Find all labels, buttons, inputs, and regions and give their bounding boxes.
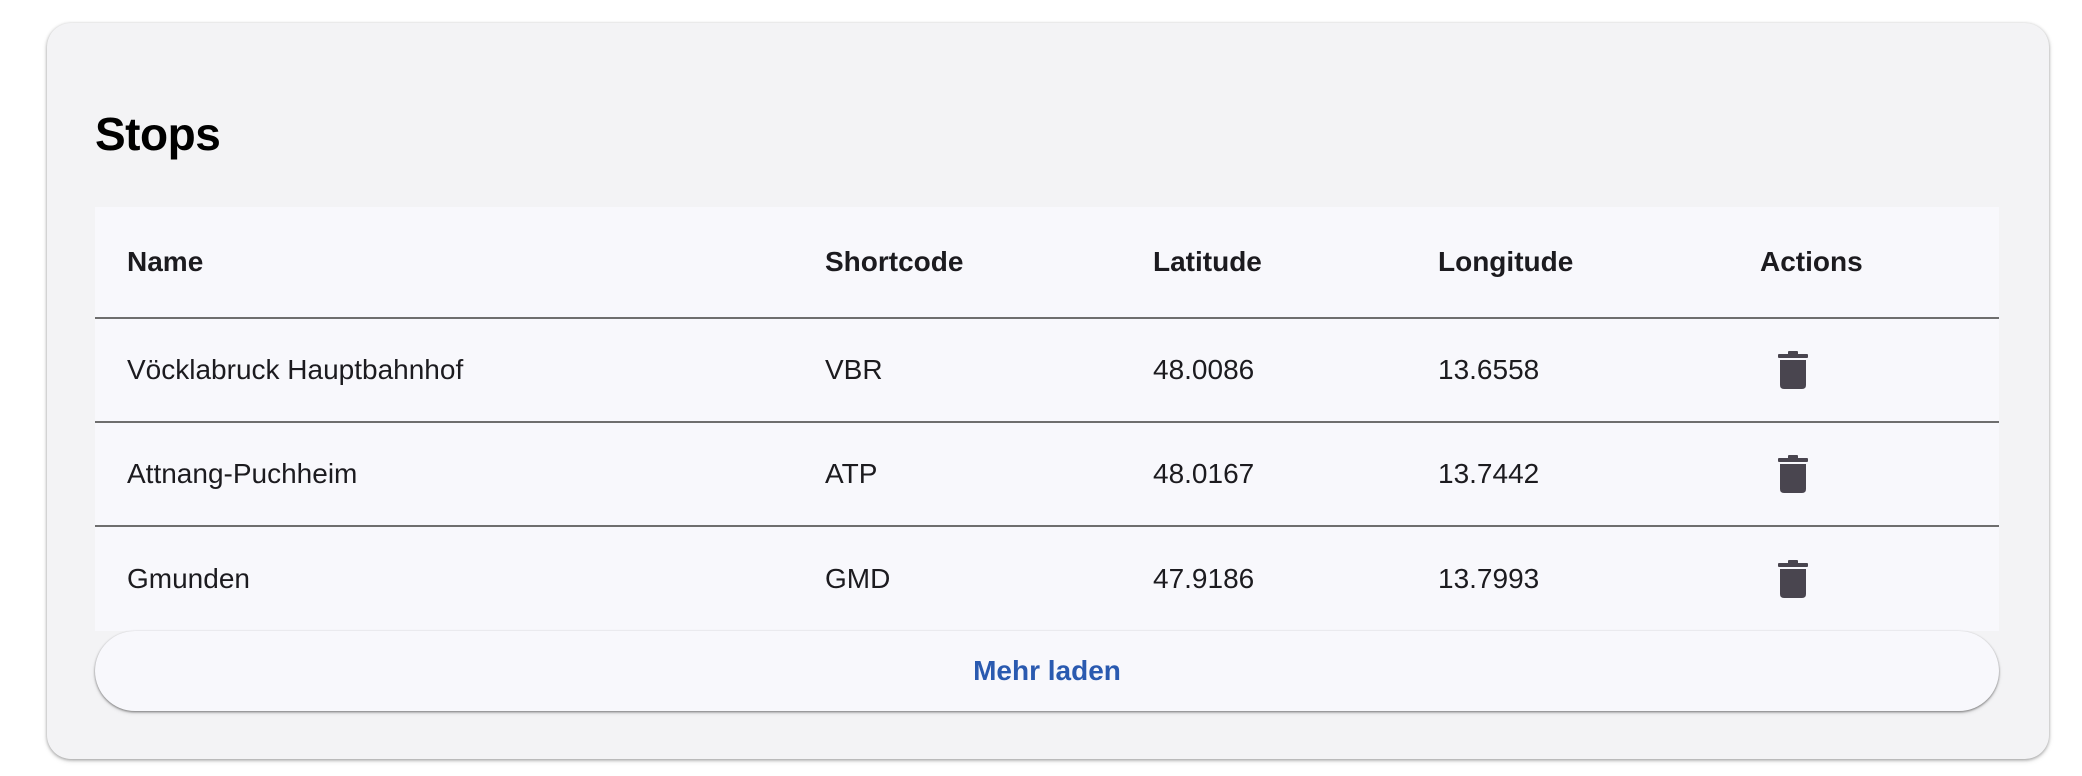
stop-name: Gmunden [127,563,250,594]
stop-name: Attnang-Puchheim [127,458,358,489]
stops-table: Name Shortcode Latitude Longitude Action… [95,207,1999,631]
trash-icon [1778,351,1808,389]
stop-longitude: 13.7442 [1438,458,1540,489]
stop-latitude: 48.0167 [1153,458,1255,489]
trash-icon [1778,455,1808,493]
trash-icon [1778,560,1808,598]
stop-name: Vöcklabruck Hauptbahnhof [127,354,464,385]
load-more-label: Mehr laden [973,655,1121,686]
stop-longitude: 13.7993 [1438,563,1540,594]
stop-longitude: 13.6558 [1438,354,1540,385]
table-row: Gmunden GMD 47.9186 13.7993 [95,527,1999,631]
stops-card: Stops Name Shortcode Latitude Longitude … [47,23,2049,759]
table-header-row: Name Shortcode Latitude Longitude Action… [95,207,1999,319]
stop-latitude: 47.9186 [1153,563,1255,594]
column-header-actions: Actions [1760,246,1863,277]
column-header-latitude: Latitude [1153,246,1262,277]
stop-shortcode: VBR [825,354,883,385]
row-actions [1765,527,1821,631]
column-header-name: Name [127,246,204,277]
load-more-button[interactable]: Mehr laden [95,631,1999,711]
delete-button[interactable] [1765,342,1821,398]
card-title: Stops [95,108,221,160]
delete-button[interactable] [1765,446,1821,502]
column-header-longitude: Longitude [1438,246,1574,277]
table-row: Vöcklabruck Hauptbahnhof VBR 48.0086 13.… [95,319,1999,423]
stop-latitude: 48.0086 [1153,354,1255,385]
stop-shortcode: ATP [825,458,878,489]
column-header-shortcode: Shortcode [825,246,964,277]
row-actions [1765,319,1821,421]
stop-shortcode: GMD [825,563,891,594]
table-row: Attnang-Puchheim ATP 48.0167 13.7442 [95,423,1999,527]
delete-button[interactable] [1765,551,1821,607]
row-actions [1765,423,1821,525]
